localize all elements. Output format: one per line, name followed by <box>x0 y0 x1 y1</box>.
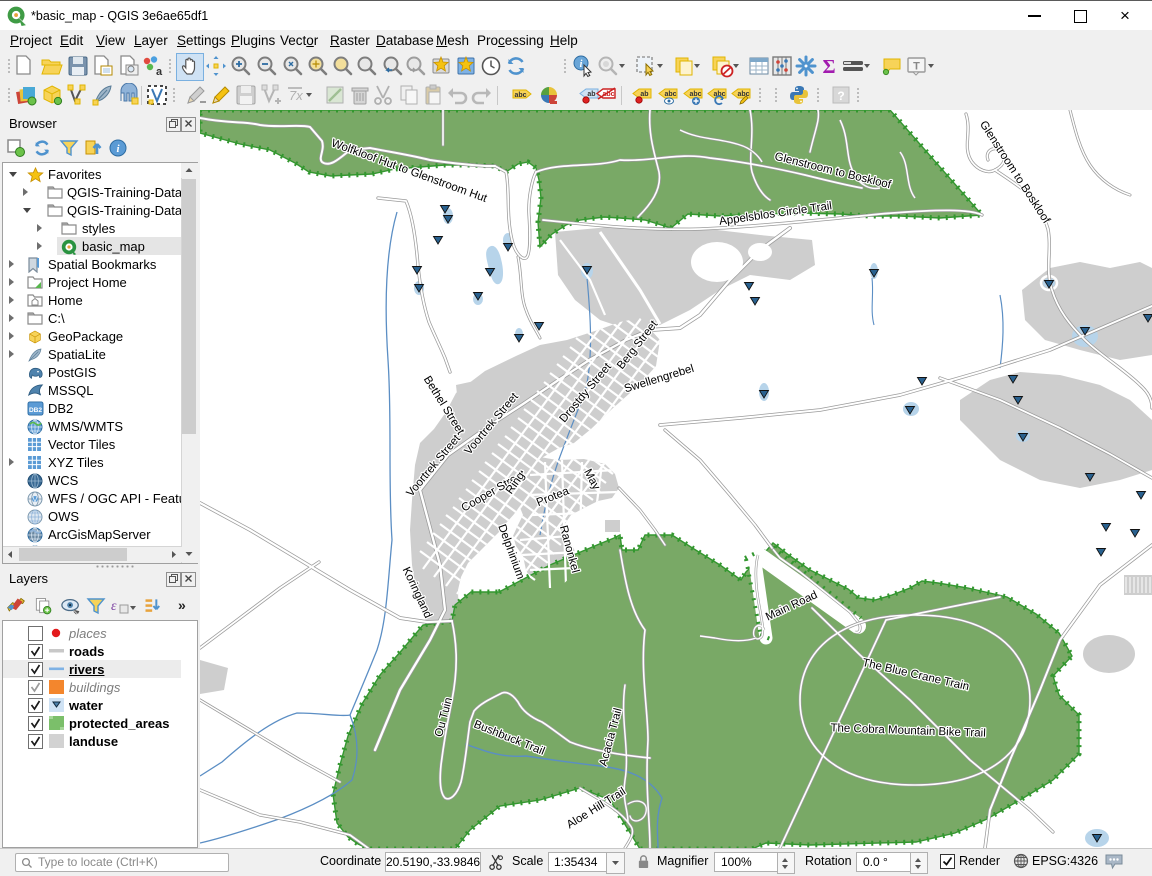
svg-text:V: V <box>33 497 38 504</box>
svg-text:DB2: DB2 <box>29 407 42 414</box>
svg-text:Σ: Σ <box>822 56 835 78</box>
svg-text:ε: ε <box>111 599 117 614</box>
svg-text:T: T <box>913 61 920 73</box>
svg-text:abc: abc <box>689 91 701 98</box>
svg-text:abc: abc <box>514 92 526 99</box>
svg-text:?: ? <box>837 89 844 103</box>
svg-text:ab: ab <box>640 91 648 98</box>
svg-text:i: i <box>580 59 583 70</box>
svg-text:7x: 7x <box>289 88 303 103</box>
svg-text:abc: abc <box>664 91 676 98</box>
svg-text:abc: abc <box>737 91 749 98</box>
svg-text:a: a <box>156 66 163 78</box>
